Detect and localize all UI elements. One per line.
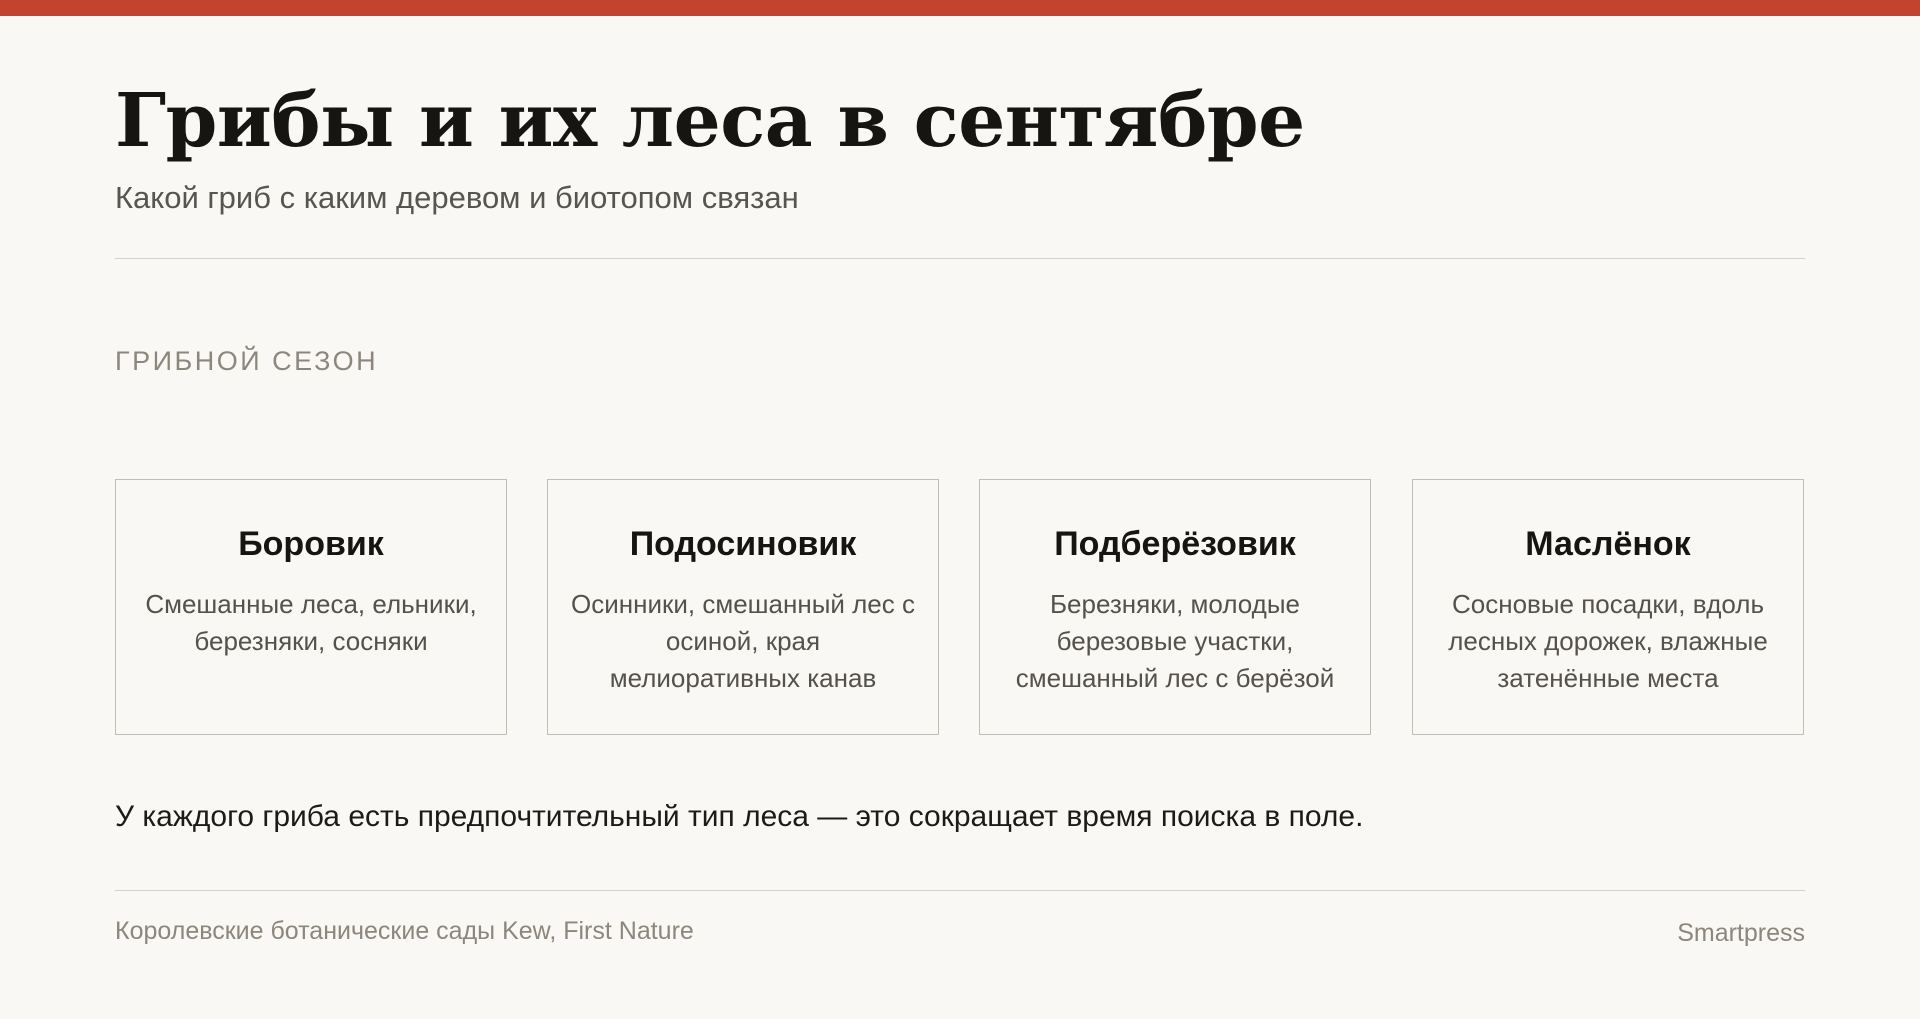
source-credit: Королевские ботанические сады Kew, First… [115, 917, 694, 945]
mushroom-name: Боровик [238, 525, 384, 563]
mushroom-name: Подберёзовик [1054, 525, 1296, 563]
mushroom-habitat: Смешанные леса, ельники, березняки, сосн… [145, 589, 477, 656]
mushroom-card: Подберёзовик Березняки, молодые березовы… [979, 479, 1371, 735]
summary-note: У каждого гриба есть предпочтительный ти… [115, 800, 1364, 833]
mushroom-card: Боровик Смешанные леса, ельники, березня… [115, 479, 507, 735]
mushroom-card: Маслёнок Сосновые посадки, вдоль лесных … [1412, 479, 1804, 735]
mushroom-cards: Боровик Смешанные леса, ельники, березня… [115, 479, 1805, 737]
section-label: ГРИБНОЙ СЕЗОН [115, 346, 379, 376]
top-accent-bar [0, 0, 1920, 16]
footer-divider [115, 890, 1805, 891]
page-title: Грибы и их леса в сентябре [115, 78, 1305, 164]
mushroom-name: Подосиновик [629, 525, 857, 563]
brand-label: Smartpress [1677, 919, 1805, 947]
header-divider [115, 258, 1805, 259]
mushroom-name: Маслёнок [1525, 525, 1691, 563]
mushroom-card: Подосиновик Осинники, смешанный лес с ос… [547, 479, 939, 735]
mushroom-habitat: Сосновые посадки, вдоль лесных дорожек, … [1448, 589, 1768, 693]
mushroom-habitat: Березняки, молодые березовые участки, см… [1015, 589, 1335, 693]
mushroom-habitat: Осинники, смешанный лес с осиной, края м… [571, 589, 915, 693]
page-subtitle: Какой гриб с каким деревом и биотопом св… [115, 180, 799, 215]
